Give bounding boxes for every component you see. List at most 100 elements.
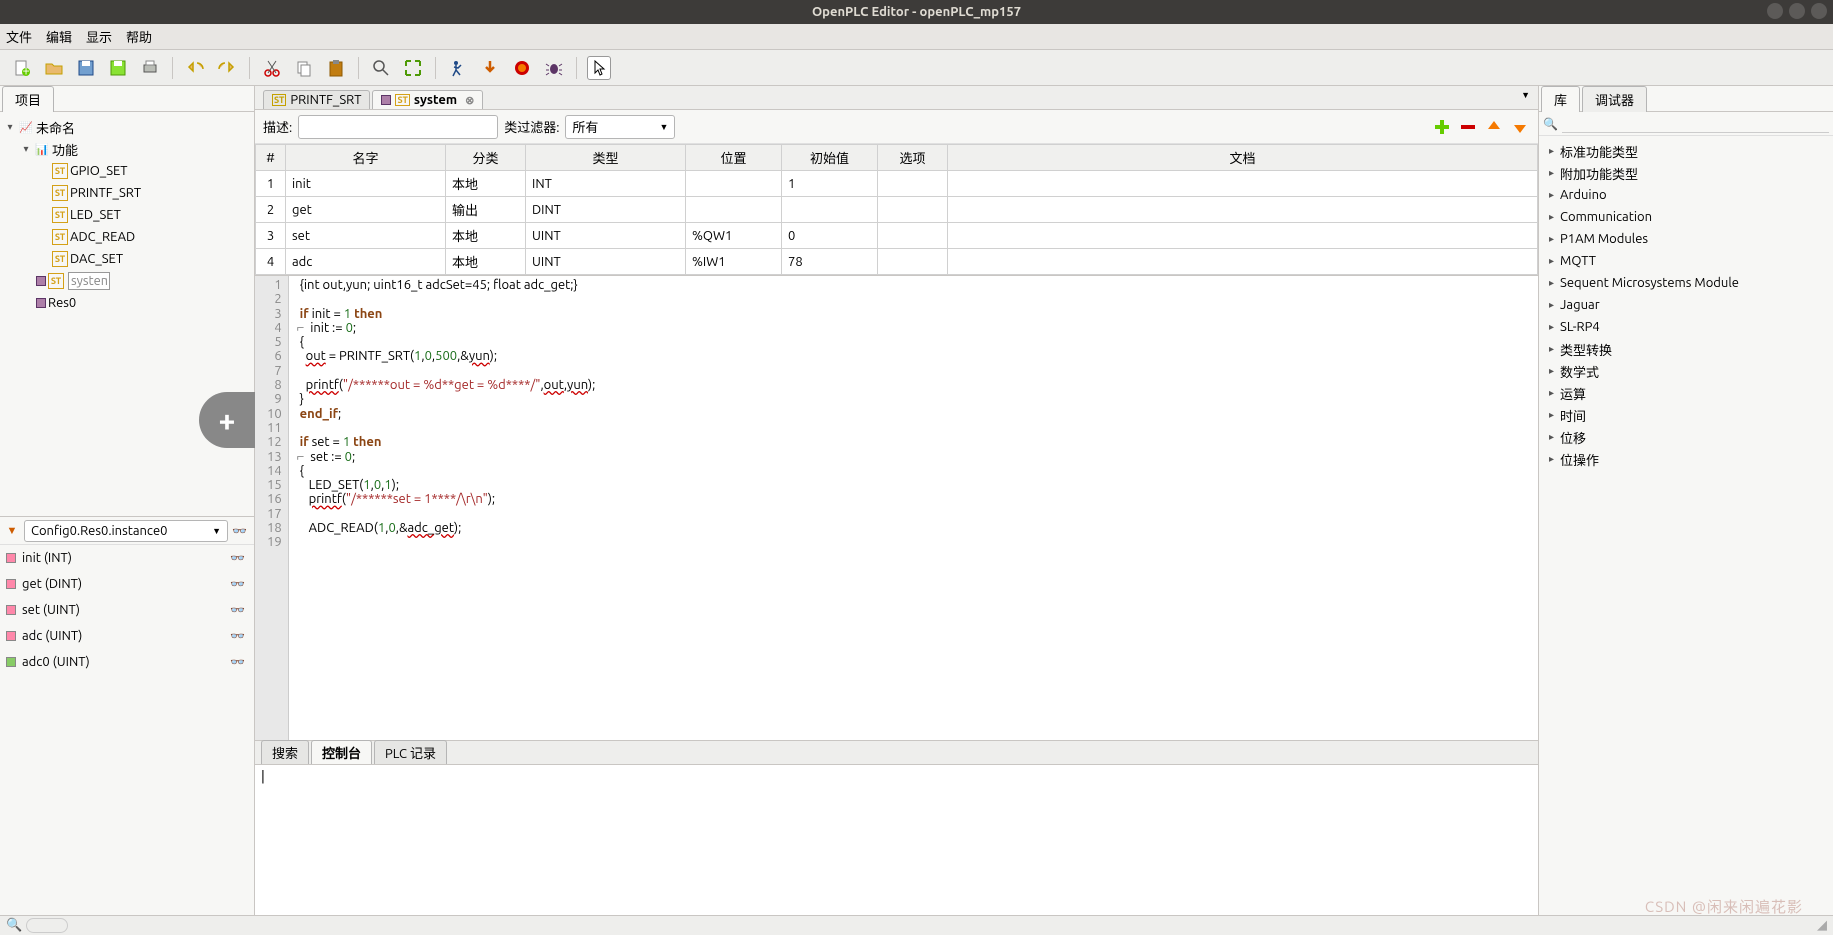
expand-icon[interactable]: ▸: [1549, 189, 1554, 201]
library-item[interactable]: ▸数学式: [1539, 360, 1833, 382]
library-item[interactable]: ▸附加功能类型: [1539, 162, 1833, 184]
menu-edit[interactable]: 编辑: [46, 27, 72, 46]
glasses-icon[interactable]: 👓: [230, 551, 248, 565]
download-icon[interactable]: [478, 56, 502, 80]
table-row[interactable]: 3set本地UINT%QW10: [256, 223, 1538, 249]
code-editor[interactable]: 1 2 3 4 5 6 7 8 9 10 11 12 13 14 15 16 1…: [255, 276, 1538, 741]
debug-var[interactable]: set (UINT)👓: [0, 597, 254, 623]
table-row[interactable]: 4adc本地UINT%IW178: [256, 249, 1538, 275]
debug-var[interactable]: adc0 (UINT)👓: [0, 649, 254, 675]
cell[interactable]: [686, 171, 782, 197]
library-item[interactable]: ▸类型转换: [1539, 338, 1833, 360]
library-item[interactable]: ▸Sequent Microsystems Module: [1539, 272, 1833, 294]
fullscreen-icon[interactable]: [401, 56, 425, 80]
tab-search[interactable]: 搜索: [261, 740, 309, 764]
expand-icon[interactable]: ▸: [1549, 277, 1554, 289]
library-item[interactable]: ▸位移: [1539, 426, 1833, 448]
library-item[interactable]: ▸Jaguar: [1539, 294, 1833, 316]
console-output[interactable]: |: [255, 765, 1538, 935]
glasses-icon[interactable]: 👓: [230, 603, 248, 617]
copy-icon[interactable]: [292, 56, 316, 80]
library-item[interactable]: ▸位操作: [1539, 448, 1833, 470]
tree-item[interactable]: STADC_READ: [0, 226, 254, 248]
library-item[interactable]: ▸MQTT: [1539, 250, 1833, 272]
cell[interactable]: INT: [526, 171, 686, 197]
undo-icon[interactable]: [183, 56, 207, 80]
menu-file[interactable]: 文件: [6, 27, 32, 46]
tree-item[interactable]: STPRINTF_SRT: [0, 182, 254, 204]
tree-item[interactable]: STDAC_SET: [0, 248, 254, 270]
move-down-icon[interactable]: [1510, 117, 1530, 137]
cell[interactable]: %QW1: [686, 223, 782, 249]
cell[interactable]: 本地: [446, 171, 526, 197]
cell[interactable]: [878, 249, 948, 275]
expand-icon[interactable]: ▸: [1549, 343, 1554, 355]
debug-var[interactable]: init (INT)👓: [0, 545, 254, 571]
library-tab[interactable]: 库: [1541, 86, 1580, 112]
library-item[interactable]: ▸运算: [1539, 382, 1833, 404]
tab-console[interactable]: 控制台: [311, 740, 372, 764]
expand-icon[interactable]: ▸: [1549, 431, 1554, 443]
table-row[interactable]: 2get输出DINT: [256, 197, 1538, 223]
glasses-icon[interactable]: 👓: [230, 655, 248, 669]
resize-grip-icon[interactable]: ◢: [1817, 918, 1827, 933]
remove-row-icon[interactable]: [1458, 117, 1478, 137]
col-init[interactable]: 初始值: [782, 145, 878, 171]
add-fab-button[interactable]: +: [199, 392, 255, 448]
col-name[interactable]: 名字: [286, 145, 446, 171]
cell[interactable]: [686, 197, 782, 223]
expand-icon[interactable]: ▸: [1549, 387, 1554, 399]
col-loc[interactable]: 位置: [686, 145, 782, 171]
saveas-icon[interactable]: [106, 56, 130, 80]
tree-item[interactable]: STGPIO_SET: [0, 160, 254, 182]
cell[interactable]: [948, 223, 1538, 249]
cell[interactable]: adc: [286, 249, 446, 275]
debugger-tab[interactable]: 调试器: [1582, 86, 1647, 112]
expand-icon[interactable]: ▸: [1549, 365, 1554, 377]
status-search[interactable]: [26, 918, 68, 933]
move-up-icon[interactable]: [1484, 117, 1504, 137]
cell[interactable]: [948, 171, 1538, 197]
save-icon[interactable]: [74, 56, 98, 80]
tab-plclog[interactable]: PLC 记录: [374, 740, 447, 764]
expand-icon[interactable]: ▸: [1549, 233, 1554, 245]
cursor-icon[interactable]: [587, 56, 611, 80]
cell[interactable]: init: [286, 171, 446, 197]
expand-icon[interactable]: ▸: [1549, 255, 1554, 267]
cell[interactable]: 输出: [446, 197, 526, 223]
cell[interactable]: [948, 197, 1538, 223]
expand-icon[interactable]: ▸: [1549, 453, 1554, 465]
library-item[interactable]: ▸标准功能类型: [1539, 140, 1833, 162]
maximize-button[interactable]: [1789, 3, 1805, 19]
col-doc[interactable]: 文档: [948, 145, 1538, 171]
col-num[interactable]: #: [256, 145, 286, 171]
expand-icon[interactable]: ▸: [1549, 167, 1554, 179]
cell[interactable]: 本地: [446, 249, 526, 275]
editor-tab-printf[interactable]: ST PRINTF_SRT: [263, 90, 370, 109]
add-row-icon[interactable]: [1432, 117, 1452, 137]
expand-icon[interactable]: ▸: [1549, 145, 1554, 157]
description-input[interactable]: [298, 115, 498, 139]
glasses-icon[interactable]: 👓: [230, 577, 248, 591]
cell[interactable]: UINT: [526, 223, 686, 249]
cell[interactable]: UINT: [526, 249, 686, 275]
table-row[interactable]: 1init本地INT1: [256, 171, 1538, 197]
expand-icon[interactable]: ▸: [1549, 299, 1554, 311]
library-search-input[interactable]: [1562, 115, 1829, 133]
col-type[interactable]: 类型: [526, 145, 686, 171]
variable-grid[interactable]: # 名字 分类 类型 位置 初始值 选项 文档 1init本地INT12get输…: [255, 144, 1538, 276]
expand-icon[interactable]: ▸: [1549, 409, 1554, 421]
cell[interactable]: set: [286, 223, 446, 249]
tree-item-editing[interactable]: ST: [0, 270, 254, 292]
library-item[interactable]: ▸P1AM Modules: [1539, 228, 1833, 250]
cell[interactable]: 2: [256, 197, 286, 223]
cell[interactable]: 本地: [446, 223, 526, 249]
cell[interactable]: 0: [782, 223, 878, 249]
stop-icon[interactable]: [510, 56, 534, 80]
tree-root[interactable]: ▾ 📈 未命名: [0, 116, 254, 138]
cell[interactable]: 1: [256, 171, 286, 197]
cell[interactable]: 1: [782, 171, 878, 197]
library-item[interactable]: ▸Arduino: [1539, 184, 1833, 206]
editor-tab-system[interactable]: ST system ⊗: [372, 90, 483, 109]
cell[interactable]: get: [286, 197, 446, 223]
